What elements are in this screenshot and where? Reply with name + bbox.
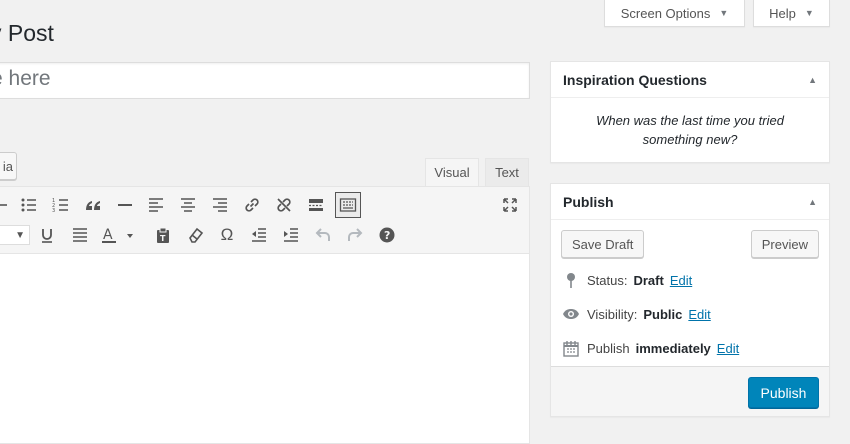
publish-button[interactable]: Publish: [748, 377, 819, 408]
status-label: Status:: [587, 272, 628, 288]
chevron-down-icon: ▼: [15, 229, 25, 241]
text-color-icon[interactable]: A: [98, 223, 136, 247]
preview-button[interactable]: Preview: [750, 230, 819, 258]
svg-text:T: T: [160, 234, 166, 243]
add-media-label: ia: [2, 158, 13, 174]
help-button[interactable]: Help ▼: [753, 0, 830, 27]
post-title-input[interactable]: e here: [0, 62, 530, 99]
screen-options-label: Screen Options: [620, 5, 711, 21]
edit-schedule-link[interactable]: Edit: [717, 341, 739, 356]
schedule-row: Publish immediately Edit: [561, 338, 739, 358]
insert-link-icon[interactable]: [240, 193, 264, 217]
numbered-list-icon[interactable]: 123: [49, 193, 73, 217]
publish-header[interactable]: Publish ▲: [551, 184, 829, 220]
inspiration-question: When was the last time you tried somethi…: [596, 113, 784, 147]
svg-text:A: A: [103, 227, 113, 243]
svg-text:?: ?: [384, 229, 390, 242]
status-row: Status: Draft Edit: [561, 270, 692, 290]
publish-actions-bar: Publish: [551, 366, 829, 416]
save-draft-label: Save Draft: [572, 236, 634, 252]
underline-icon[interactable]: [35, 223, 59, 247]
screen-options-button[interactable]: Screen Options ▼: [604, 0, 745, 27]
status-value: Draft: [633, 272, 664, 288]
special-character-icon[interactable]: Ω: [215, 223, 239, 247]
justify-icon[interactable]: [68, 223, 92, 247]
page-title: v Post: [0, 20, 54, 46]
caret-down-icon: ▼: [804, 8, 814, 18]
inspiration-questions-box: Inspiration Questions ▲ When was the las…: [550, 61, 830, 163]
save-draft-button[interactable]: Save Draft: [561, 230, 645, 258]
publish-box: Publish ▲ Save Draft Preview Status: Dra…: [550, 183, 830, 417]
redo-icon[interactable]: [343, 223, 367, 247]
blockquote-icon[interactable]: [81, 193, 105, 217]
tab-text-label: Text: [495, 165, 519, 180]
edit-visibility-link[interactable]: Edit: [688, 307, 710, 322]
undo-icon[interactable]: [311, 223, 335, 247]
increase-indent-icon[interactable]: [279, 223, 303, 247]
horizontal-line-icon[interactable]: [113, 193, 137, 217]
editor-content-area[interactable]: [0, 254, 530, 444]
collapse-arrow-icon[interactable]: ▲: [808, 75, 817, 85]
add-media-button[interactable]: ia: [0, 152, 17, 180]
inspiration-title: Inspiration Questions: [563, 71, 707, 88]
paste-as-text-icon[interactable]: T: [151, 223, 175, 247]
read-more-icon[interactable]: [304, 193, 328, 217]
tab-visual-label: Visual: [434, 165, 470, 180]
collapse-arrow-icon[interactable]: ▲: [808, 197, 817, 207]
edit-status-link[interactable]: Edit: [670, 273, 692, 288]
toolbar-toggle-icon[interactable]: [335, 192, 361, 218]
eye-icon: [561, 308, 581, 320]
calendar-icon: [561, 340, 581, 357]
visibility-label: Visibility:: [587, 306, 638, 322]
schedule-label: Publish: [587, 340, 630, 356]
visibility-value: Public: [643, 306, 683, 322]
pin-icon: [561, 272, 581, 288]
help-icon[interactable]: ?: [375, 223, 399, 247]
visibility-row: Visibility: Public Edit: [561, 304, 711, 324]
decrease-indent-icon[interactable]: [247, 223, 271, 247]
remove-link-icon[interactable]: [272, 193, 296, 217]
strikethrough-icon[interactable]: [0, 193, 12, 217]
help-label: Help: [769, 5, 796, 21]
inspiration-header[interactable]: Inspiration Questions ▲: [551, 62, 829, 98]
svg-text:3: 3: [52, 208, 55, 214]
tab-text[interactable]: Text: [485, 158, 529, 186]
align-center-icon[interactable]: [176, 193, 200, 217]
fullscreen-icon[interactable]: [498, 193, 522, 217]
post-title-placeholder: e here: [0, 67, 51, 90]
paragraph-format-select[interactable]: ▼: [0, 225, 30, 245]
align-right-icon[interactable]: [208, 193, 232, 217]
align-left-icon[interactable]: [144, 193, 168, 217]
caret-down-icon: ▼: [719, 8, 729, 18]
schedule-value: immediately: [635, 340, 711, 356]
publish-button-label: Publish: [760, 384, 807, 401]
bulleted-list-icon[interactable]: [17, 193, 41, 217]
preview-label: Preview: [761, 236, 808, 252]
clear-formatting-icon[interactable]: [183, 223, 207, 247]
publish-title: Publish: [563, 193, 614, 210]
tab-visual[interactable]: Visual: [425, 158, 479, 186]
